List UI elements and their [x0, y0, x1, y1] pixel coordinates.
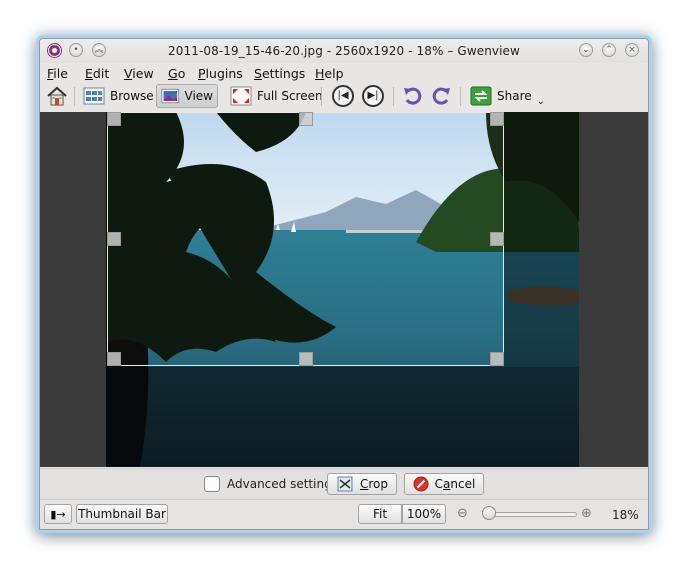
- share-label: Share: [497, 89, 532, 103]
- advanced-settings-label[interactable]: Advanced settings: [227, 477, 338, 491]
- browse-label: Browse: [110, 89, 154, 103]
- fullscreen-label: Full Screen: [257, 89, 323, 103]
- menu-view[interactable]: View: [124, 66, 154, 81]
- menu-go[interactable]: Go: [168, 66, 185, 81]
- view-label: View: [184, 89, 213, 103]
- crop-handle-bottom-right[interactable]: [490, 352, 504, 366]
- chevron-down-icon[interactable]: ⌄: [537, 96, 545, 107]
- cancel-label-prefix: C: [434, 477, 444, 491]
- rotate-left-button[interactable]: [398, 84, 428, 108]
- crop-handle-top-right[interactable]: [490, 112, 504, 126]
- rotate-right-icon: [432, 87, 450, 105]
- zoom-fit-button[interactable]: Fit: [358, 504, 402, 524]
- fullscreen-button[interactable]: Full Screen: [226, 84, 327, 108]
- previous-icon[interactable]: |◀: [332, 85, 354, 107]
- main-toolbar: Browse View Full Screen |◀ ▶| Share ⌄: [40, 83, 648, 110]
- menu-plugins[interactable]: Plugins: [198, 66, 243, 81]
- home-icon: [47, 86, 67, 106]
- crop-handle-left[interactable]: [107, 232, 121, 246]
- next-icon[interactable]: ▶|: [362, 85, 384, 107]
- crop-handle-right[interactable]: [490, 232, 504, 246]
- menu-edit[interactable]: Edit: [85, 66, 109, 81]
- sidebar-toggle-button[interactable]: ▮→: [44, 504, 72, 524]
- window-title: 2011-08-19_15-46-20.jpg - 2560x1920 - 18…: [168, 44, 520, 58]
- status-bar: ▮→ Thumbnail Bar Fit 100% ⊖ ⊕ 18%: [40, 499, 648, 529]
- fullscreen-icon: [230, 86, 252, 106]
- menu-bar: File Edit View Go Plugins Settings Help: [40, 64, 648, 82]
- menu-help[interactable]: Help: [315, 66, 344, 81]
- maximize-icon[interactable]: ⌃: [602, 43, 616, 57]
- view-icon: [161, 88, 180, 104]
- crop-handle-bottom[interactable]: [299, 352, 313, 366]
- browse-icon: [83, 87, 105, 105]
- cancel-icon: [413, 476, 429, 492]
- close-icon[interactable]: ×: [625, 43, 639, 57]
- thumbnail-bar-button[interactable]: Thumbnail Bar: [76, 504, 168, 524]
- image-viewer[interactable]: [40, 112, 648, 467]
- toolbar-separator: [393, 87, 394, 106]
- menu-settings[interactable]: Settings: [254, 66, 305, 81]
- title-bar: • ︽ 2011-08-19_15-46-20.jpg - 2560x1920 …: [40, 39, 648, 63]
- zoom-100-button[interactable]: 100%: [402, 504, 446, 524]
- advanced-settings-checkbox[interactable]: [204, 476, 220, 492]
- zoom-100-label: 100%: [406, 507, 442, 521]
- zoom-slider-handle[interactable]: [482, 506, 496, 520]
- gwenview-window: • ︽ 2011-08-19_15-46-20.jpg - 2560x1920 …: [39, 38, 649, 530]
- share-button[interactable]: Share ⌄: [466, 84, 549, 108]
- crop-dim-bottom: [106, 366, 579, 467]
- crop-label-rest: rop: [368, 477, 389, 491]
- rotate-right-button[interactable]: [426, 84, 456, 108]
- zoom-fit-label: Fit: [372, 507, 388, 521]
- rotate-left-icon: [404, 87, 422, 105]
- crop-handle-top-left[interactable]: [107, 112, 121, 126]
- cancel-button[interactable]: Cancel: [404, 473, 484, 495]
- crop-button[interactable]: Crop: [327, 473, 397, 495]
- zoom-in-icon[interactable]: ⊕: [581, 506, 592, 521]
- view-button[interactable]: View: [156, 84, 218, 108]
- toolbar-separator: [74, 87, 75, 106]
- toolbar-separator: [460, 87, 461, 106]
- cancel-label-rest: ncel: [450, 477, 476, 491]
- crop-handle-bottom-left[interactable]: [107, 352, 121, 366]
- zoom-value: 18%: [612, 508, 639, 522]
- crop-icon: [337, 476, 353, 492]
- home-button[interactable]: [42, 84, 72, 108]
- share-icon: [470, 86, 492, 106]
- toolbar-separator: [321, 87, 322, 106]
- zoom-slider[interactable]: [489, 512, 577, 517]
- minimize-icon[interactable]: ⌄: [579, 43, 593, 57]
- crop-dim-right: [504, 112, 579, 366]
- browse-button[interactable]: Browse: [79, 84, 158, 108]
- crop-toolbar: Advanced settings Crop Cancel: [40, 468, 648, 499]
- menu-file[interactable]: File: [47, 66, 68, 81]
- zoom-out-icon[interactable]: ⊖: [457, 506, 468, 521]
- sidebar-toggle-icon: ▮→: [50, 507, 66, 521]
- crop-rectangle[interactable]: [107, 112, 504, 366]
- crop-handle-top[interactable]: [299, 112, 313, 126]
- thumbnail-bar-label: Thumbnail Bar: [78, 507, 166, 521]
